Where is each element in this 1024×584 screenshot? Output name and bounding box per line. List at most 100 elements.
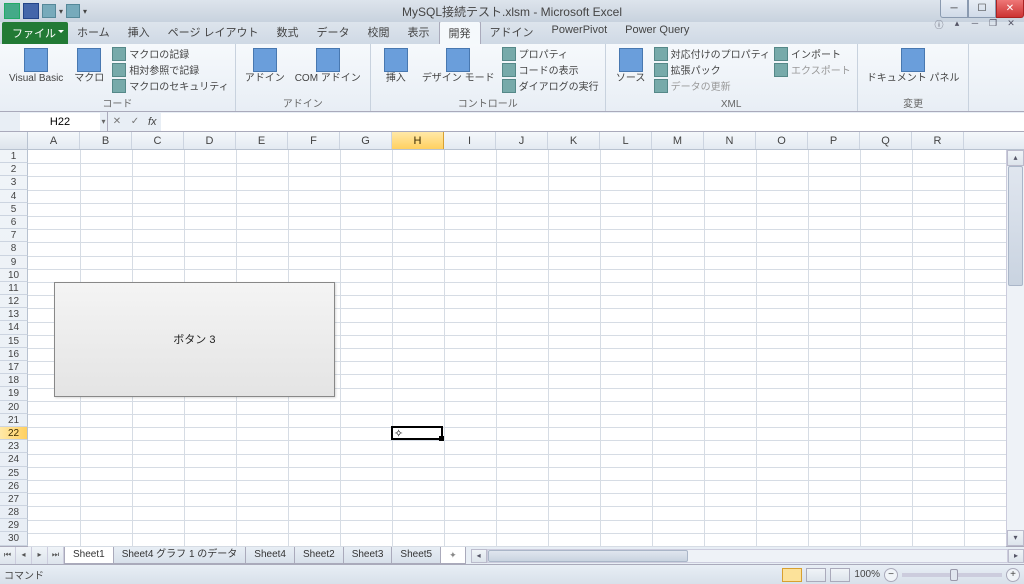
- row-header[interactable]: 23: [0, 440, 28, 453]
- xml-import-button[interactable]: インポート: [774, 46, 851, 61]
- vertical-scrollbar[interactable]: ▴ ▾: [1006, 150, 1024, 546]
- column-header[interactable]: J: [496, 132, 548, 149]
- column-header[interactable]: F: [288, 132, 340, 149]
- select-all-corner[interactable]: [0, 132, 28, 149]
- row-header[interactable]: 7: [0, 229, 28, 242]
- maximize-button[interactable]: ☐: [968, 0, 996, 18]
- row-header[interactable]: 16: [0, 348, 28, 361]
- row-header[interactable]: 26: [0, 480, 28, 493]
- wb-restore-button[interactable]: ❐: [984, 18, 1002, 32]
- name-box-input[interactable]: [20, 113, 100, 131]
- column-header[interactable]: H: [392, 132, 444, 149]
- row-header[interactable]: 22: [0, 427, 28, 440]
- view-code-button[interactable]: コードの表示: [502, 62, 599, 77]
- row-header[interactable]: 2: [0, 163, 28, 176]
- ribbon-tab[interactable]: ホーム: [68, 21, 119, 44]
- row-header[interactable]: 12: [0, 295, 28, 308]
- page-layout-view-button[interactable]: [806, 568, 826, 582]
- row-header[interactable]: 8: [0, 242, 28, 255]
- row-header[interactable]: 27: [0, 493, 28, 506]
- redo-icon[interactable]: [66, 4, 80, 18]
- relative-ref-button[interactable]: 相対参照で記録: [112, 62, 228, 77]
- wb-close-button[interactable]: ✕: [1002, 18, 1020, 32]
- ribbon-tab[interactable]: 開発: [439, 21, 481, 44]
- row-header[interactable]: 13: [0, 308, 28, 321]
- row-header[interactable]: 20: [0, 401, 28, 414]
- row-header[interactable]: 25: [0, 467, 28, 480]
- map-properties-button[interactable]: 対応付けのプロパティ: [654, 46, 770, 61]
- sheet-tab[interactable]: Sheet3: [343, 547, 393, 564]
- column-header[interactable]: Q: [860, 132, 912, 149]
- row-header[interactable]: 18: [0, 374, 28, 387]
- row-header[interactable]: 21: [0, 414, 28, 427]
- row-header[interactable]: 10: [0, 269, 28, 282]
- fx-icon[interactable]: fx: [144, 116, 161, 128]
- help-icon[interactable]: ⓘ: [930, 18, 948, 32]
- active-cell[interactable]: [391, 426, 443, 440]
- next-sheet-button[interactable]: ▸: [32, 547, 48, 564]
- sheet-tab[interactable]: Sheet4: [245, 547, 295, 564]
- row-header[interactable]: 29: [0, 519, 28, 532]
- scroll-right-button[interactable]: ▸: [1008, 549, 1024, 563]
- first-sheet-button[interactable]: ⏮: [0, 547, 16, 564]
- scroll-left-button[interactable]: ◂: [471, 549, 487, 563]
- ribbon-tab[interactable]: データ: [308, 21, 359, 44]
- row-header[interactable]: 6: [0, 216, 28, 229]
- column-header[interactable]: O: [756, 132, 808, 149]
- record-macro-button[interactable]: マクロの記録: [112, 46, 228, 61]
- document-panel-button[interactable]: ドキュメント パネル: [864, 46, 963, 86]
- scroll-down-button[interactable]: ▾: [1007, 530, 1024, 546]
- column-header[interactable]: A: [28, 132, 80, 149]
- row-header[interactable]: 19: [0, 387, 28, 400]
- column-header[interactable]: L: [600, 132, 652, 149]
- run-dialog-button[interactable]: ダイアログの実行: [502, 78, 599, 93]
- macros-button[interactable]: マクロ: [70, 46, 108, 86]
- row-header[interactable]: 3: [0, 176, 28, 189]
- scroll-up-button[interactable]: ▴: [1007, 150, 1024, 166]
- minimize-button[interactable]: ─: [940, 0, 968, 18]
- ribbon-tab[interactable]: Power Query: [616, 21, 698, 44]
- close-button[interactable]: ✕: [996, 0, 1024, 18]
- prev-sheet-button[interactable]: ◂: [16, 547, 32, 564]
- ribbon-tab[interactable]: 校閲: [359, 21, 399, 44]
- row-header[interactable]: 11: [0, 282, 28, 295]
- ribbon-tab[interactable]: アドイン: [481, 21, 543, 44]
- name-box[interactable]: ▾: [0, 112, 108, 131]
- column-header[interactable]: B: [80, 132, 132, 149]
- properties-button[interactable]: プロパティ: [502, 46, 599, 61]
- expansion-pack-button[interactable]: 拡張パック: [654, 62, 770, 77]
- column-header[interactable]: G: [340, 132, 392, 149]
- sheet-tab[interactable]: Sheet4 グラフ 1 のデータ: [113, 547, 247, 564]
- column-header[interactable]: R: [912, 132, 964, 149]
- normal-view-button[interactable]: [782, 568, 802, 582]
- column-header[interactable]: D: [184, 132, 236, 149]
- column-header[interactable]: I: [444, 132, 496, 149]
- zoom-in-button[interactable]: +: [1006, 568, 1020, 582]
- row-header[interactable]: 17: [0, 361, 28, 374]
- zoom-out-button[interactable]: −: [884, 568, 898, 582]
- horizontal-scrollbar[interactable]: ◂ ▸: [471, 547, 1024, 564]
- ribbon-minimize-icon[interactable]: ▴: [948, 18, 966, 32]
- formula-input[interactable]: [161, 113, 1024, 131]
- row-header[interactable]: 28: [0, 506, 28, 519]
- page-break-view-button[interactable]: [830, 568, 850, 582]
- visual-basic-button[interactable]: Visual Basic: [6, 46, 66, 86]
- sheet-tab[interactable]: Sheet5: [391, 547, 441, 564]
- design-mode-button[interactable]: デザイン モード: [419, 46, 498, 86]
- new-sheet-button[interactable]: ✦: [440, 547, 466, 564]
- xml-source-button[interactable]: ソース: [612, 46, 650, 86]
- sheet-tab[interactable]: Sheet2: [294, 547, 344, 564]
- row-header[interactable]: 5: [0, 203, 28, 216]
- column-header[interactable]: M: [652, 132, 704, 149]
- addins-button[interactable]: アドイン: [242, 46, 288, 86]
- column-header[interactable]: P: [808, 132, 860, 149]
- row-header[interactable]: 15: [0, 335, 28, 348]
- file-tab[interactable]: ファイル: [2, 22, 68, 44]
- ribbon-tab[interactable]: ページ レイアウト: [159, 21, 268, 44]
- undo-dropdown-icon[interactable]: ▾: [59, 7, 63, 16]
- row-header[interactable]: 1: [0, 150, 28, 163]
- hscroll-thumb[interactable]: [488, 550, 688, 562]
- vscroll-thumb[interactable]: [1008, 166, 1023, 286]
- row-header[interactable]: 14: [0, 321, 28, 334]
- undo-icon[interactable]: [42, 4, 56, 18]
